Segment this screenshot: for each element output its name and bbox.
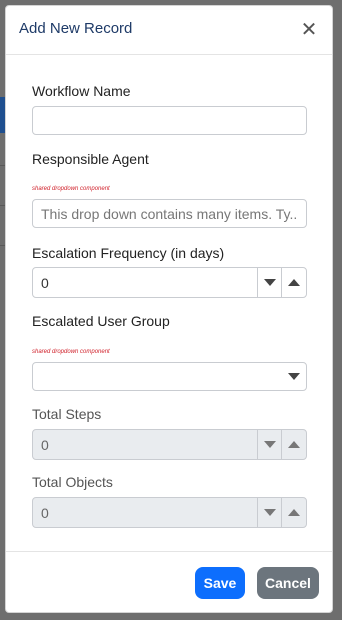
shared-dropdown-note: shared dropdown component [32,349,110,355]
cancel-button[interactable]: Cancel [257,567,319,599]
increment-button [281,430,306,459]
modal-footer: Save Cancel [6,551,332,612]
decrement-button [257,498,282,527]
escalation-frequency-stepper[interactable]: 0 [32,267,307,298]
chevron-down-icon [264,509,276,516]
escalated-user-group-dropdown[interactable] [32,362,307,391]
workflow-name-label: Workflow Name [32,83,131,99]
responsible-agent-label: Responsible Agent [32,151,149,167]
decrement-button [257,430,282,459]
save-button[interactable]: Save [195,567,245,599]
total-objects-value: 0 [41,505,49,521]
escalated-user-group-label: Escalated User Group [32,313,170,329]
total-objects-stepper: 0 [32,497,307,528]
chevron-up-icon [288,509,300,516]
increment-button [281,498,306,527]
add-record-modal: Add New Record ✕ Workflow Name Responsib… [5,5,333,613]
chevron-up-icon [288,441,300,448]
chevron-down-icon [264,279,276,286]
total-steps-stepper: 0 [32,429,307,460]
workflow-name-input[interactable] [32,106,307,135]
chevron-up-icon [288,279,300,286]
total-objects-label: Total Objects [32,474,113,490]
escalation-frequency-label: Escalation Frequency (in days) [32,245,225,261]
increment-button[interactable] [281,268,306,297]
escalation-frequency-value: 0 [41,275,49,291]
modal-title: Add New Record [19,20,133,37]
chevron-down-icon [264,441,276,448]
modal-header: Add New Record ✕ [6,6,332,55]
total-steps-value: 0 [41,437,49,453]
chevron-down-icon [288,373,300,380]
close-icon[interactable]: ✕ [300,20,318,40]
decrement-button[interactable] [257,268,282,297]
shared-dropdown-note: shared dropdown component [32,186,110,192]
responsible-agent-combobox[interactable] [32,199,307,228]
total-steps-label: Total Steps [32,406,102,422]
